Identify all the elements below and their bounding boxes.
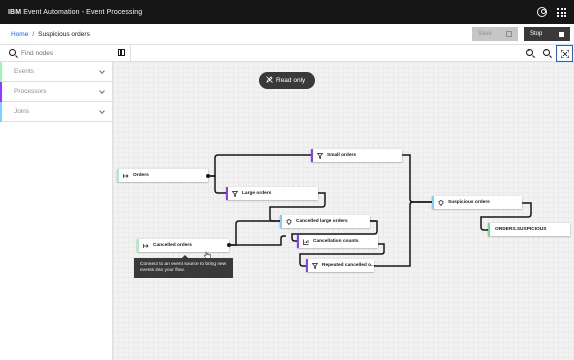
event-source-icon — [143, 243, 149, 248]
node-cancelled-orders-stripe — [137, 239, 139, 252]
node-orders-stripe — [117, 169, 119, 182]
node-cancellation-counts[interactable]: Cancellation counts — [297, 235, 378, 248]
read-only-pill: Read only — [259, 72, 315, 89]
node-large-orders-label: Large orders — [242, 191, 272, 196]
node-suspicious-orders-stripe — [432, 196, 434, 209]
node-cancellation-counts-label: Cancellation counts — [313, 239, 359, 244]
node-small-orders[interactable]: Small orders — [311, 149, 402, 162]
edge-orders-large-orders — [208, 175, 226, 194]
edge-small-suspicious — [402, 154, 432, 203]
node-repeated-cancelled[interactable]: Repeated cancelled o... — [306, 259, 376, 272]
filter-icon — [232, 190, 238, 197]
node-destination-label: ORDERS.SUSPICIOUS — [495, 227, 547, 232]
node-small-orders-stripe — [311, 149, 313, 162]
filter-icon — [317, 152, 323, 159]
node-cancelled-large-orders-label: Cancelled large orders — [296, 219, 348, 224]
node-suspicious-orders-label: Suspicious orders — [448, 200, 490, 205]
node-cancelled-large-orders[interactable]: Cancelled large orders — [280, 215, 370, 228]
node-cancelled-orders-output-port[interactable] — [227, 243, 231, 247]
node-large-orders[interactable]: Large orders — [226, 187, 318, 200]
node-cancelled-orders[interactable]: Cancelled orders — [137, 239, 229, 252]
node-large-orders-stripe — [226, 187, 228, 200]
node-repeated-cancelled-stripe — [306, 259, 308, 272]
node-cancellation-counts-stripe — [297, 235, 299, 248]
node-orders[interactable]: Orders — [117, 169, 208, 182]
flow-connections — [208, 154, 532, 267]
node-orders-label: Orders — [133, 173, 149, 178]
node-orders-suspicious-destination[interactable]: ORDERS.SUSPICIOUS — [488, 223, 570, 236]
node-cancelled-large-orders-stripe — [280, 215, 282, 228]
node-cancelled-orders-label: Cancelled orders — [153, 243, 192, 248]
node-orders-output-port[interactable] — [206, 174, 210, 178]
edge-cancelled-cancelled-large — [229, 220, 280, 246]
join-icon — [438, 199, 444, 206]
filter-icon — [312, 262, 318, 269]
aggregate-icon — [303, 239, 309, 245]
read-only-label: Read only — [276, 77, 306, 84]
edge-repeated-suspicious — [374, 201, 432, 267]
join-icon — [286, 218, 292, 225]
node-suspicious-orders[interactable]: Suspicious orders — [432, 196, 522, 209]
edge-cancelled-counts — [229, 235, 286, 246]
node-repeated-cancelled-label: Repeated cancelled o... — [322, 263, 376, 268]
edit-off-icon — [266, 76, 273, 83]
event-source-icon — [123, 173, 129, 178]
edge-orders-small-orders — [208, 154, 311, 177]
node-small-orders-label: Small orders — [327, 153, 357, 158]
node-destination-stripe — [488, 223, 490, 236]
tooltip: Connect to an event source to bring new … — [134, 255, 233, 278]
